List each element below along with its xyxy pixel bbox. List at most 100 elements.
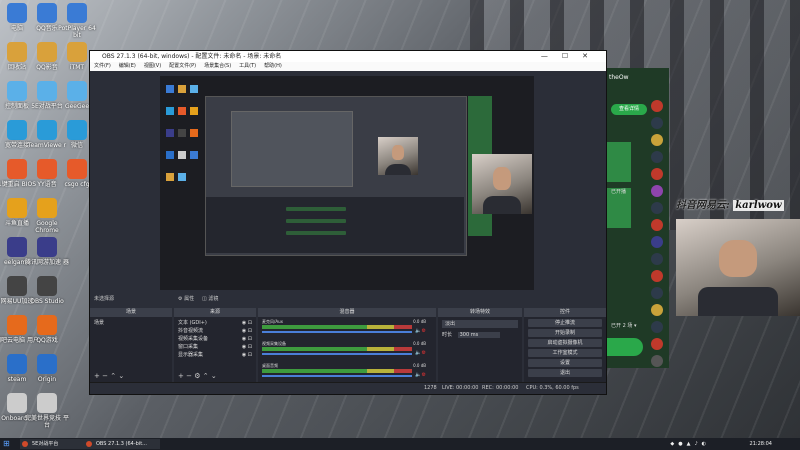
preview-icon — [166, 107, 174, 115]
preview-icon — [178, 129, 186, 137]
filters-button[interactable]: ◫ 滤镜 — [202, 294, 218, 304]
minimize-button[interactable]: — — [541, 52, 562, 60]
visibility-lock-icon[interactable]: ◉ ⊡ — [242, 344, 252, 351]
sidebar-avatar-icon[interactable] — [651, 304, 663, 316]
sidebar-avatar-icon[interactable] — [651, 355, 663, 367]
menu-item[interactable]: 视图(V) — [144, 63, 161, 69]
mixer-channel-name: 视频采集设备 — [262, 341, 286, 346]
duration-label: 时长 — [442, 332, 453, 338]
rec-time: 00:00:00 — [496, 385, 519, 391]
volume-slider[interactable] — [262, 331, 412, 333]
maximize-button[interactable]: ☐ — [562, 52, 582, 60]
control-button[interactable]: 设置 — [528, 359, 602, 367]
move-down-icon[interactable]: ⌄ — [211, 372, 217, 380]
add-source-button[interactable]: + — [178, 372, 184, 380]
duration-input[interactable]: 300 ms — [457, 332, 500, 338]
sidebar-avatar-icon[interactable] — [651, 236, 663, 248]
mute-icon[interactable]: 🔈⚙ — [415, 350, 426, 356]
preview-webcam — [472, 154, 532, 214]
transition-value: 淡出 — [445, 321, 456, 327]
volume-meter — [262, 347, 412, 351]
desktop-icon-label: PotPlayer 64 bit — [58, 25, 96, 39]
app-icon — [67, 159, 87, 179]
sidebar-avatar-icon[interactable] — [651, 151, 663, 163]
add-scene-button[interactable]: + — [94, 372, 100, 380]
volume-slider[interactable] — [262, 375, 412, 377]
sidebar-avatar-icon[interactable] — [651, 338, 663, 350]
control-button[interactable]: 工作室模式 — [528, 349, 602, 357]
volume-meter — [262, 369, 412, 373]
overlay-handle-prefix: 抖音网易云: — [676, 200, 730, 211]
stream-time-selector[interactable]: 已开 2 场 ▾ — [611, 322, 636, 329]
taskbar: ⊞ 5E对战平台 OBS 27.1.3 (64-bit... 21:28:04 … — [0, 438, 800, 450]
desktop-icon[interactable]: PotPlayer 64 bit — [54, 3, 100, 39]
sidebar-avatar-icon[interactable] — [651, 270, 663, 282]
volume-slider[interactable] — [262, 353, 412, 355]
sidebar-avatar-icon[interactable] — [651, 185, 663, 197]
desktop-icon[interactable]: Google Chrome — [24, 198, 70, 234]
taskbar-item-obs[interactable]: OBS 27.1.3 (64-bit... — [84, 439, 160, 449]
desktop-icon[interactable]: 完美世界竞技 平台 — [24, 393, 70, 429]
visibility-lock-icon[interactable]: ◉ ⊡ — [242, 328, 252, 335]
desktop-icon[interactable]: OBS Studio — [24, 276, 70, 305]
stream-go-live-button[interactable] — [607, 338, 643, 356]
visibility-lock-icon[interactable]: ◉ ⊡ — [242, 336, 252, 343]
desktop-icon[interactable]: Origin — [24, 354, 70, 383]
move-up-icon[interactable]: ⌃ — [203, 372, 209, 380]
menu-item[interactable]: 帮助(H) — [264, 63, 282, 69]
preview-icon — [166, 151, 174, 159]
nested-docks — [206, 197, 464, 253]
control-button[interactable]: 退出 — [528, 369, 602, 377]
obs-title-text: OBS 27.1.3 (64-bit, windows) - 配置文件: 未命名… — [102, 53, 282, 60]
control-button[interactable]: 启动虚拟摄像机 — [528, 339, 602, 347]
overlay-handle: 抖音网易云: karlwow — [676, 196, 800, 211]
start-button[interactable]: ⊞ — [3, 438, 10, 450]
obs-title-bar: OBS 27.1.3 (64-bit, windows) - 配置文件: 未命名… — [90, 51, 606, 62]
menu-item[interactable]: 工具(T) — [239, 63, 256, 69]
taskbar-item-5e[interactable]: 5E对战平台 — [20, 439, 92, 449]
stream-details-button[interactable]: 查看详情 — [611, 104, 647, 115]
remove-source-button[interactable]: − — [186, 372, 192, 380]
desktop-icon[interactable]: 腾讯网游加速 器 — [24, 237, 70, 266]
control-button[interactable]: 停止推流 — [528, 319, 602, 327]
properties-label: 属性 — [184, 296, 195, 302]
remove-scene-button[interactable]: − — [102, 372, 108, 380]
sidebar-avatar-icon[interactable] — [651, 219, 663, 231]
mute-icon[interactable]: 🔈⚙ — [415, 328, 426, 334]
transition-select[interactable]: 淡出 — [442, 320, 518, 328]
mixer-channel: 视频采集设备 0.0 dB 🔈⚙ — [262, 341, 426, 359]
menu-item[interactable]: 配置文件(P) — [169, 63, 196, 69]
gear-icon[interactable]: ⚙ — [194, 372, 200, 380]
sidebar-avatar-icon[interactable] — [651, 168, 663, 180]
desktop-icon[interactable]: QQ游戏 — [24, 315, 70, 344]
sidebar-avatar-icon[interactable] — [651, 117, 663, 129]
app-icon — [37, 315, 57, 335]
sidebar-avatar-icon[interactable] — [651, 134, 663, 146]
menu-item[interactable]: 编辑(E) — [119, 63, 136, 69]
source-item[interactable]: 窗口采集 ◉ ⊡ — [178, 344, 252, 351]
source-item[interactable]: 视频采集设备 ◉ ⊡ — [178, 336, 252, 343]
obs-preview[interactable] — [160, 76, 534, 290]
sidebar-avatar-icon[interactable] — [651, 287, 663, 299]
tray-icons[interactable]: ◆●▲♪◐ — [670, 438, 710, 450]
visibility-lock-icon[interactable]: ◉ ⊡ — [242, 352, 252, 359]
sidebar-avatar-icon[interactable] — [651, 321, 663, 333]
sidebar-avatar-icon[interactable] — [651, 100, 663, 112]
sidebar-avatar-icon[interactable] — [651, 202, 663, 214]
source-item[interactable]: 抖音视频流 ◉ ⊡ — [178, 328, 252, 335]
source-item[interactable]: 显示器采集 ◉ ⊡ — [178, 352, 252, 359]
properties-button[interactable]: ⚙ 属性 — [178, 294, 194, 304]
close-button[interactable]: ✕ — [582, 52, 602, 60]
control-button[interactable]: 开始录制 — [528, 329, 602, 337]
source-item[interactable]: 文本 (GDI+) ◉ ⊡ — [178, 320, 252, 327]
move-down-icon[interactable]: ⌄ — [118, 372, 124, 380]
mute-icon[interactable]: 🔈⚙ — [415, 372, 426, 378]
menu-item[interactable]: 场景集合(S) — [204, 63, 231, 69]
visibility-lock-icon[interactable]: ◉ ⊡ — [242, 320, 252, 327]
sidebar-avatar-icon[interactable] — [651, 253, 663, 265]
move-up-icon[interactable]: ⌃ — [110, 372, 116, 380]
menu-item[interactable]: 文件(F) — [94, 63, 111, 69]
fps-value: 1278 — [424, 385, 437, 391]
source-label: 抖音视频流 — [178, 328, 204, 334]
scene-item[interactable]: 场景 — [90, 317, 172, 328]
